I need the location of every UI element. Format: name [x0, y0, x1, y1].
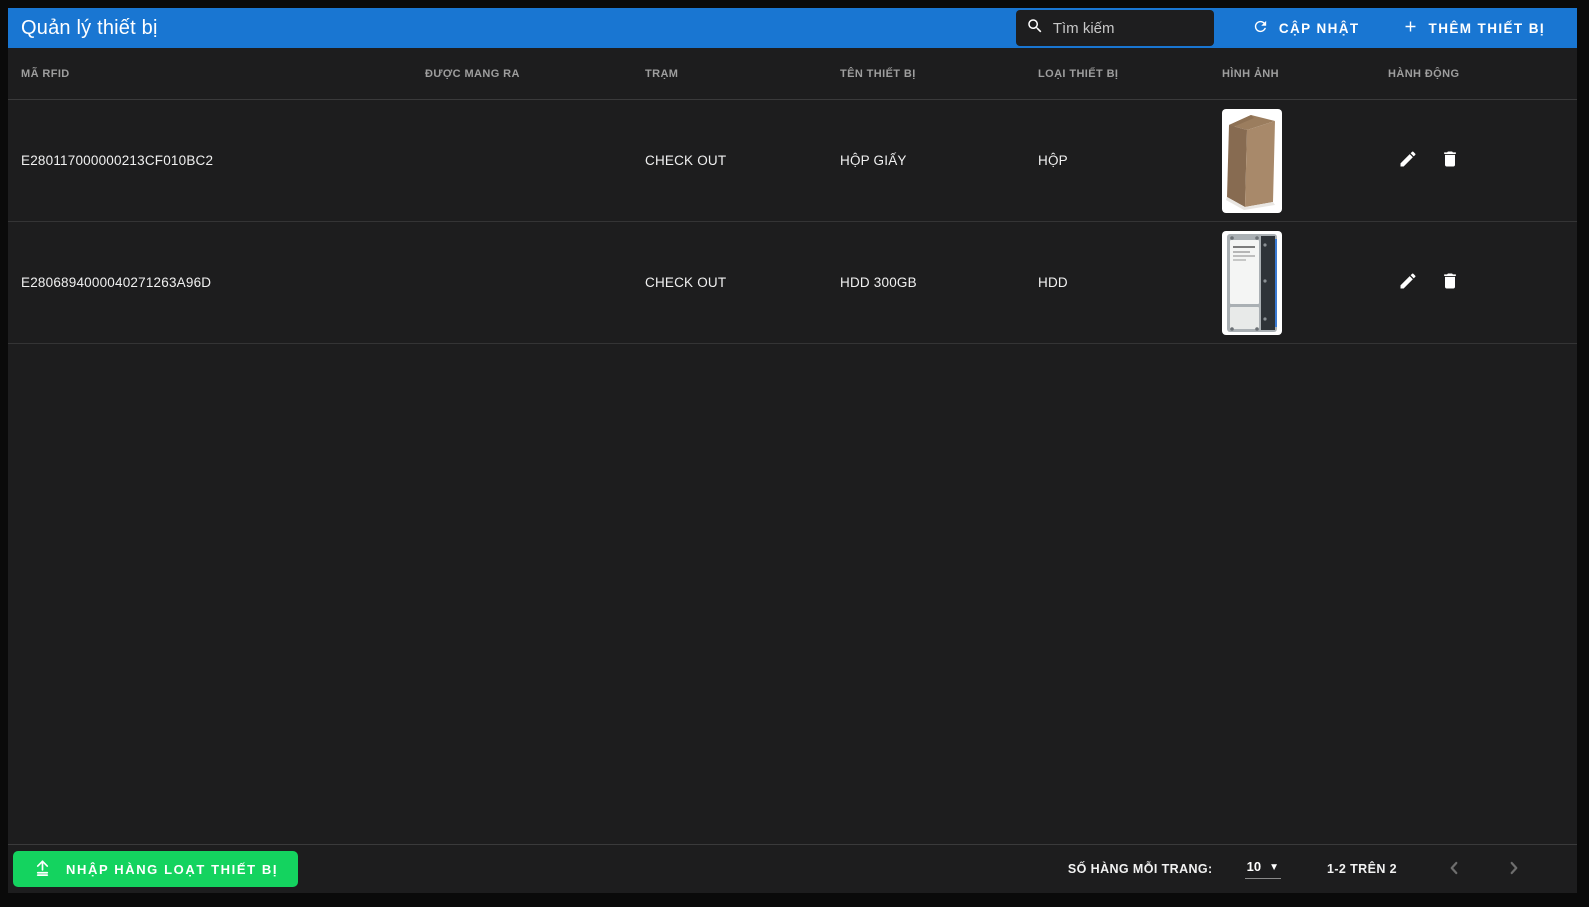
plus-icon [1402, 18, 1419, 38]
add-device-button[interactable]: THÊM THIẾT BỊ [1398, 10, 1549, 46]
delete-button[interactable] [1438, 269, 1462, 296]
add-device-button-label: THÊM THIẾT BỊ [1429, 21, 1545, 36]
cell-rfid: E2806894000040271263A96D [21, 275, 425, 290]
cell-device-type: HỘP [1038, 153, 1222, 168]
bulk-import-button-label: NHẬP HÀNG LOẠT THIẾT BỊ [66, 862, 278, 877]
pagination: SỐ HÀNG MỖI TRANG: 10 ▼ 1-2 TRÊN 2 [1068, 853, 1529, 886]
column-header-actions: HÀNH ĐỘNG [1388, 68, 1577, 80]
rows-per-page-label: SỐ HÀNG MỖI TRANG: [1068, 862, 1213, 876]
column-header-image: HÌNH ẢNH [1222, 68, 1388, 80]
column-header-device-type: LOẠI THIẾT BỊ [1038, 68, 1222, 80]
next-page-button[interactable] [1499, 853, 1529, 886]
table-header-row: MÃ RFID ĐƯỢC MANG RA TRẠM TÊN THIẾT BỊ L… [8, 48, 1577, 100]
upload-icon [33, 858, 52, 880]
app-toolbar: Quản lý thiết bị CẬP NHẬT [8, 8, 1577, 48]
table-row: E2806894000040271263A96D CHECK OUT HDD 3… [8, 222, 1577, 344]
trash-icon [1440, 271, 1460, 294]
cell-rfid: E280117000000213CF010BC2 [21, 153, 425, 168]
delete-button[interactable] [1438, 147, 1462, 174]
rows-per-page-value: 10 [1247, 859, 1261, 874]
page-range-label: 1-2 TRÊN 2 [1327, 862, 1397, 876]
pencil-icon [1398, 271, 1418, 294]
bulk-import-button[interactable]: NHẬP HÀNG LOẠT THIẾT BỊ [13, 851, 298, 887]
column-header-rfid: MÃ RFID [21, 68, 425, 80]
column-header-device-name: TÊN THIẾT BỊ [840, 68, 1038, 80]
cell-image [1222, 231, 1388, 335]
cell-actions [1388, 269, 1577, 296]
page-title: Quản lý thiết bị [21, 17, 158, 40]
cell-device-type: HDD [1038, 275, 1222, 290]
table-row: E280117000000213CF010BC2 CHECK OUT HỘP G… [8, 100, 1577, 222]
cell-device-name: HDD 300GB [840, 275, 1038, 290]
cell-actions [1388, 147, 1577, 174]
hdd-image [1222, 231, 1282, 335]
refresh-button-label: CẬP NHẬT [1279, 21, 1360, 36]
search-input[interactable] [1053, 20, 1204, 37]
table-footer: NHẬP HÀNG LOẠT THIẾT BỊ SỐ HÀNG MỖI TRAN… [8, 844, 1577, 893]
toolbar-actions: CẬP NHẬT THÊM THIẾT BỊ [1016, 10, 1549, 46]
search-box[interactable] [1016, 10, 1214, 46]
main-container: Quản lý thiết bị CẬP NHẬT [8, 8, 1577, 893]
chevron-right-icon [1503, 857, 1525, 882]
cell-device-name: HỘP GIẤY [840, 153, 1038, 168]
refresh-button[interactable]: CẬP NHẬT [1248, 10, 1364, 46]
cell-station: CHECK OUT [645, 153, 840, 168]
cardboard-box-image [1222, 109, 1282, 213]
device-management-app: Quản lý thiết bị CẬP NHẬT [0, 0, 1589, 907]
chevron-left-icon [1443, 857, 1465, 882]
column-header-station: TRẠM [645, 68, 840, 80]
pencil-icon [1398, 149, 1418, 172]
column-header-taken-out: ĐƯỢC MANG RA [425, 68, 645, 80]
rows-per-page-select[interactable]: 10 ▼ [1245, 859, 1281, 879]
edit-button[interactable] [1396, 269, 1420, 296]
cell-image [1222, 109, 1388, 213]
refresh-icon [1252, 18, 1269, 38]
chevron-down-icon: ▼ [1269, 862, 1279, 874]
search-icon [1026, 17, 1044, 40]
trash-icon [1440, 149, 1460, 172]
empty-table-area [8, 344, 1577, 844]
cell-station: CHECK OUT [645, 275, 840, 290]
previous-page-button[interactable] [1439, 853, 1469, 886]
edit-button[interactable] [1396, 147, 1420, 174]
